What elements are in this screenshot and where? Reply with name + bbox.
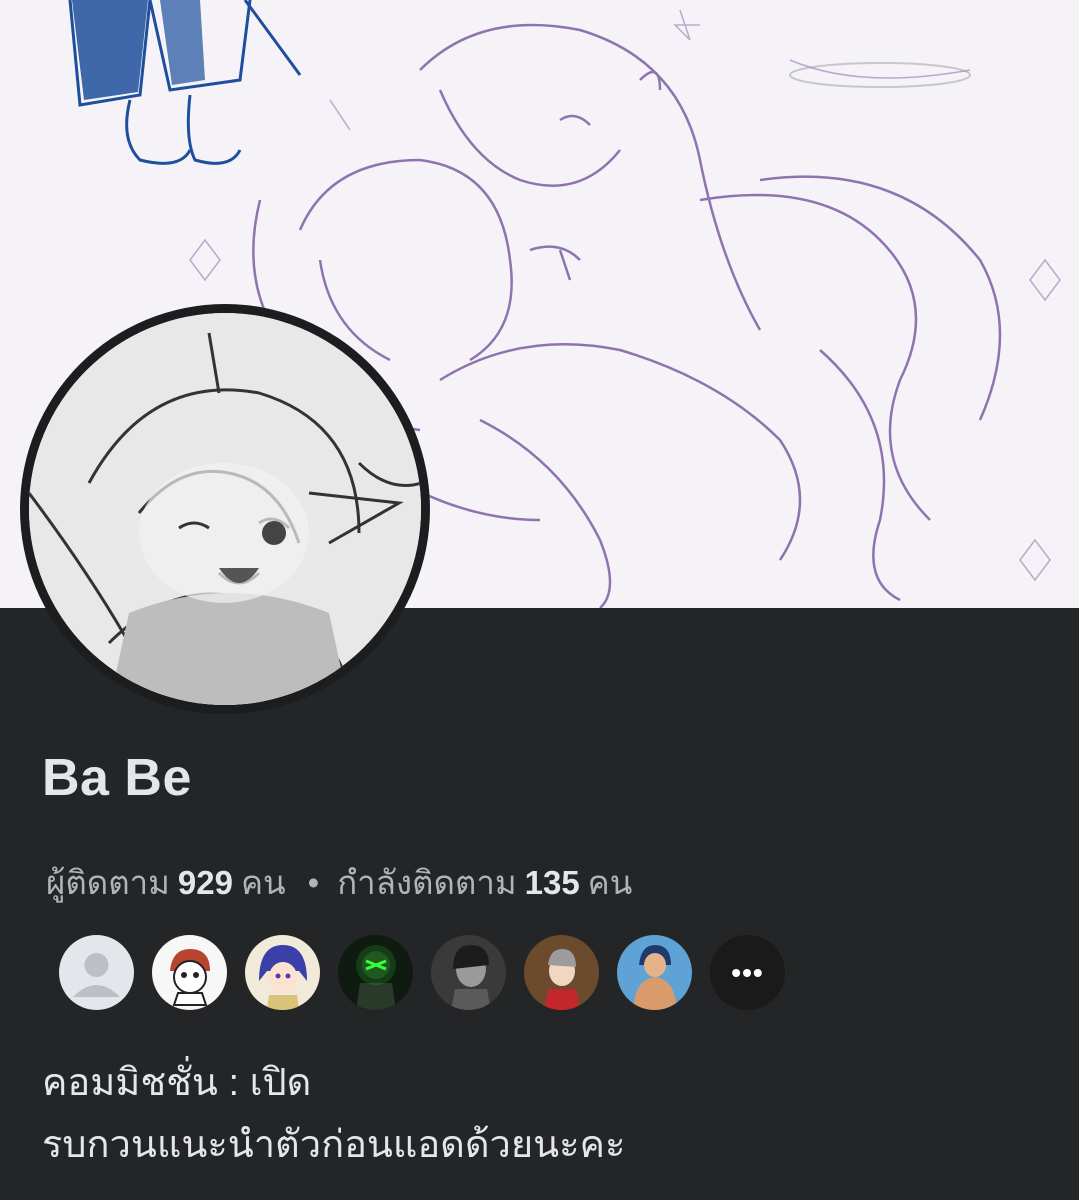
follow-stats: ผู้ติดตาม 929 คน • กำลังติดตาม 135 คน <box>46 856 632 909</box>
ellipsis-icon: ••• <box>731 956 764 988</box>
followers-link[interactable]: ผู้ติดตาม 929 คน <box>46 856 286 909</box>
bio-line: รบกวนแนะนำตัวก่อนแอดด้วยนะคะ <box>42 1124 626 1166</box>
profile-picture-image <box>29 313 421 705</box>
followers-label: ผู้ติดตาม <box>46 864 170 901</box>
more-friends-button[interactable]: ••• <box>707 932 788 1013</box>
profile-picture[interactable] <box>20 304 430 714</box>
following-label: กำลังติดตาม <box>337 864 517 901</box>
bio-line: คอมมิชชั่น : เปิด <box>42 1062 312 1104</box>
friend-avatar-default[interactable] <box>56 932 137 1013</box>
following-link[interactable]: กำลังติดตาม 135 คน <box>337 856 632 909</box>
following-count: 135 <box>524 863 580 901</box>
friends-avatar-row: ••• <box>56 932 800 1013</box>
following-unit: คน <box>587 864 633 901</box>
friend-avatar[interactable] <box>242 932 323 1013</box>
followers-count: 929 <box>177 863 233 901</box>
friend-avatar[interactable] <box>521 932 602 1013</box>
stats-separator: • <box>307 863 320 901</box>
friend-avatar[interactable] <box>149 932 230 1013</box>
profile-name: Ba Be <box>42 749 192 807</box>
friend-avatar[interactable] <box>614 932 695 1013</box>
friend-avatar[interactable] <box>335 932 416 1013</box>
followers-unit: คน <box>240 864 286 901</box>
person-silhouette-icon <box>59 935 134 1010</box>
profile-bio: คอมมิชชั่น : เปิด รบกวนแนะนำตัวก่อนแอดด้… <box>42 1052 625 1176</box>
friend-avatar[interactable] <box>428 932 509 1013</box>
